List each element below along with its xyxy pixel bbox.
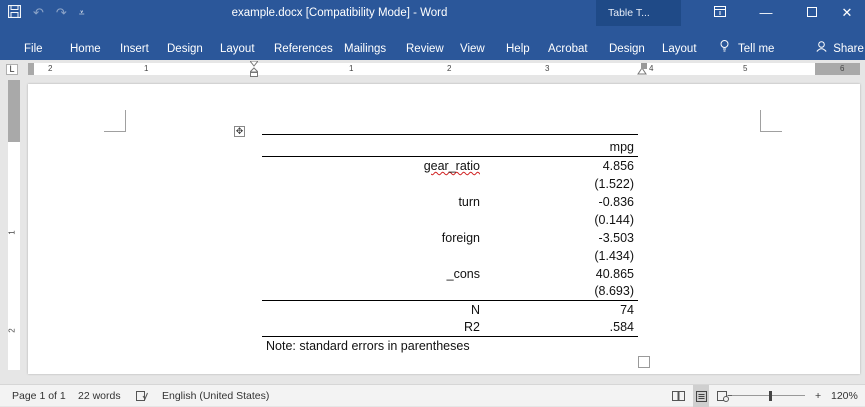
ruler-number: 6	[840, 64, 845, 73]
zoom-level[interactable]: 120%	[831, 385, 858, 407]
tell-me-box[interactable]: Tell me	[720, 26, 774, 60]
row-value[interactable]: (1.522)	[484, 175, 638, 193]
ruler-strip	[28, 63, 860, 75]
status-bar: Page 1 of 1 22 words English (United Sta…	[0, 384, 865, 407]
vruler-number: 1	[7, 230, 17, 235]
table-row: _cons 40.865	[262, 265, 638, 283]
ruler-number: 1	[144, 64, 149, 73]
proofing-icon[interactable]	[136, 385, 148, 407]
person-icon	[816, 41, 830, 55]
table-row: (0.144)	[262, 211, 638, 229]
row-value[interactable]: (8.693)	[484, 283, 638, 301]
row-label[interactable]	[262, 283, 484, 301]
read-mode-icon[interactable]	[672, 385, 685, 407]
tab-file[interactable]: File	[24, 26, 43, 60]
tab-home[interactable]: Home	[70, 26, 101, 60]
tab-layout[interactable]: Layout	[220, 26, 255, 60]
row-label: gear_ratio	[423, 158, 480, 173]
tab-references[interactable]: References	[274, 26, 333, 60]
vruler-number: 2	[7, 328, 17, 333]
share-label: Share	[833, 43, 864, 55]
end-of-cell-marker	[638, 356, 650, 368]
table-row: gear_ratio 4.856	[262, 157, 638, 175]
tab-view[interactable]: View	[460, 26, 485, 60]
horizontal-ruler[interactable]: L 2 1 1 2 3 4 5 6	[0, 60, 865, 78]
tab-acrobat[interactable]: Acrobat	[548, 26, 588, 60]
print-layout-icon[interactable]	[693, 385, 709, 407]
ruler-number: 4	[649, 64, 654, 73]
row-value[interactable]: -3.503	[484, 229, 638, 247]
page-count[interactable]: Page 1 of 1	[12, 385, 66, 407]
crop-mark-left	[104, 110, 126, 132]
vertical-ruler[interactable]: 1 2	[8, 80, 20, 370]
row-value[interactable]: 40.865	[484, 265, 638, 283]
tab-selector[interactable]: L	[6, 64, 18, 75]
word-count[interactable]: 22 words	[78, 385, 121, 407]
minimize-icon[interactable]: —	[748, 0, 784, 26]
ruler-left-margin	[28, 63, 34, 75]
zoom-slider-thumb[interactable]	[769, 391, 772, 401]
row-label[interactable]	[262, 211, 484, 229]
table-move-handle-icon[interactable]: ✥	[234, 126, 245, 137]
ribbon-display-options-icon[interactable]	[702, 0, 738, 26]
maximize-icon[interactable]	[794, 0, 830, 26]
table-tools-context-label: Table T...	[596, 0, 681, 26]
tab-review[interactable]: Review	[406, 26, 444, 60]
document-area[interactable]: ✥ mpg gear_ratio 4.856 (1.522) turn -0.8…	[28, 78, 865, 378]
stat-label[interactable]: R2	[262, 318, 484, 337]
stat-label[interactable]: N	[262, 300, 484, 319]
document-page[interactable]: ✥ mpg gear_ratio 4.856 (1.522) turn -0.8…	[28, 84, 860, 374]
row-label[interactable]	[262, 175, 484, 193]
ruler-number: 3	[545, 64, 550, 73]
tab-help[interactable]: Help	[506, 26, 530, 60]
ruler-number: 2	[447, 64, 452, 73]
table-row: (1.434)	[262, 247, 638, 265]
vruler-top-margin	[8, 80, 20, 142]
stat-value[interactable]: .584	[484, 318, 638, 337]
stats-row: R2 .584	[262, 318, 638, 337]
row-label[interactable]: turn	[262, 193, 484, 211]
table-row: foreign -3.503	[262, 229, 638, 247]
table-header-row: mpg	[262, 138, 638, 157]
row-value[interactable]: (0.144)	[484, 211, 638, 229]
table-row: turn -0.836	[262, 193, 638, 211]
regression-table[interactable]: ✥ mpg gear_ratio 4.856 (1.522) turn -0.8…	[234, 126, 638, 355]
ruler-number: 2	[48, 64, 53, 73]
header-mpg[interactable]: mpg	[484, 138, 638, 157]
tab-design[interactable]: Design	[167, 26, 203, 60]
column-marker[interactable]	[636, 62, 648, 76]
stats-row: N 74	[262, 300, 638, 319]
ruler-number: 5	[743, 64, 748, 73]
header-empty-cell[interactable]	[262, 138, 484, 157]
language-indicator[interactable]: English (United States)	[162, 385, 269, 407]
table-note[interactable]: Note: standard errors in parentheses	[262, 337, 638, 355]
indent-marker[interactable]	[248, 60, 260, 77]
results-table[interactable]: mpg gear_ratio 4.856 (1.522) turn -0.836…	[262, 134, 638, 355]
row-value[interactable]: -0.836	[484, 193, 638, 211]
tab-insert[interactable]: Insert	[120, 26, 149, 60]
zoom-out-button[interactable]: −	[727, 385, 733, 407]
ribbon-tab-bar: File Home Insert Design Layout Reference…	[0, 26, 865, 60]
table-row: (8.693)	[262, 283, 638, 301]
zoom-in-button[interactable]: +	[815, 385, 821, 407]
row-value[interactable]: 4.856	[484, 157, 638, 175]
ruler-number: 1	[349, 64, 354, 73]
tab-table-layout[interactable]: Layout	[662, 26, 697, 60]
row-label[interactable]: _cons	[262, 265, 484, 283]
crop-mark-right	[760, 110, 782, 132]
close-icon[interactable]: ✕	[829, 0, 865, 26]
table-note-row: Note: standard errors in parentheses	[262, 337, 638, 355]
share-button[interactable]: Share	[816, 26, 864, 60]
row-label[interactable]: foreign	[262, 229, 484, 247]
row-value[interactable]: (1.434)	[484, 247, 638, 265]
stat-value[interactable]: 74	[484, 300, 638, 319]
tab-table-design[interactable]: Design	[609, 26, 645, 60]
table-row: (1.522)	[262, 175, 638, 193]
tell-me-label: Tell me	[738, 43, 775, 55]
title-bar: ↶ ↷ ⩡ example.docx [Compatibility Mode] …	[0, 0, 865, 26]
ruler-right-margin	[815, 63, 860, 75]
tab-mailings[interactable]: Mailings	[344, 26, 386, 60]
row-label[interactable]	[262, 247, 484, 265]
